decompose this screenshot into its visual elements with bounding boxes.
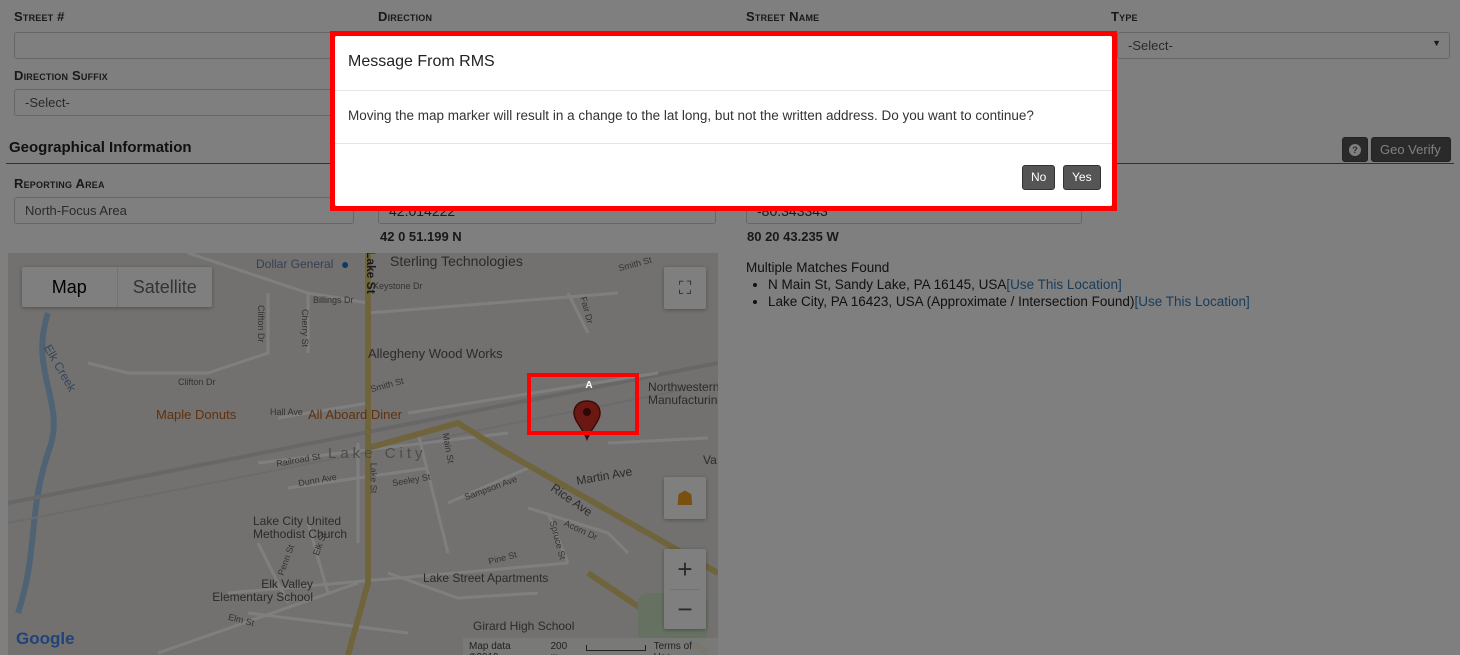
dialog-title: Message From RMS (335, 36, 1112, 91)
marker-label: A (585, 380, 593, 391)
dialog-footer (335, 144, 1112, 206)
no-button[interactable]: No (1022, 165, 1056, 190)
yes-button[interactable]: Yes (1063, 165, 1101, 190)
dialog-message: Moving the map marker will result in a c… (335, 91, 1112, 144)
confirm-dialog: Message From RMS Moving the map marker w… (335, 36, 1112, 206)
